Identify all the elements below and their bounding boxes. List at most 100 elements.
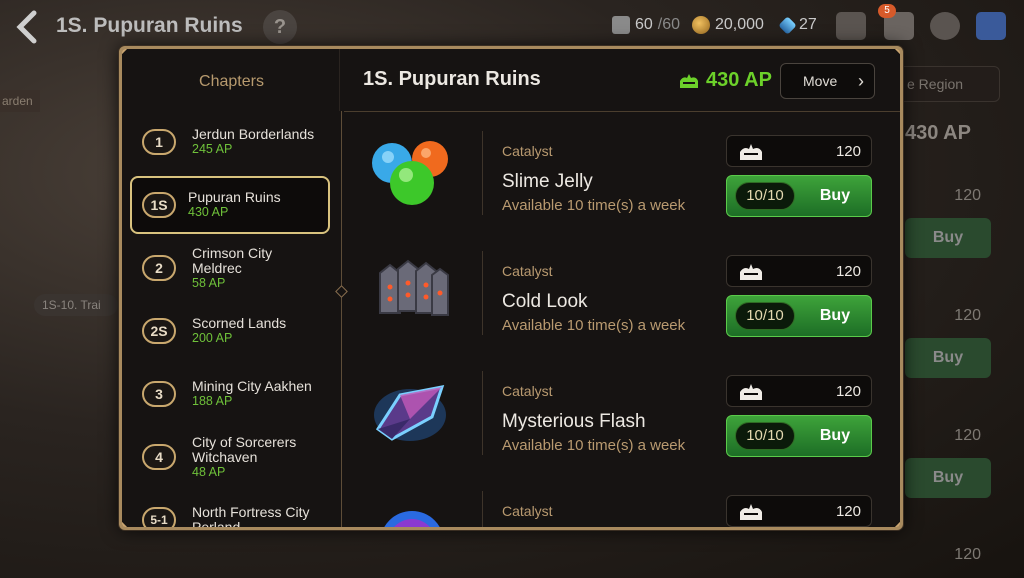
item-price-value: 120 — [835, 503, 861, 520]
shop-modal: Chapters 1 Jerdun Borderlands 245 AP 1S … — [119, 46, 903, 530]
move-label: Move — [803, 73, 838, 89]
chat-icon[interactable] — [930, 12, 960, 40]
bg-buy-button: Buy — [905, 338, 991, 378]
friends-icon[interactable] — [836, 12, 866, 40]
chapter-item[interactable]: 3 Mining City Aakhen 188 AP — [130, 365, 330, 423]
divider — [482, 491, 483, 527]
shop-item-list[interactable]: Catalyst Slime Jelly Available 10 time(s… — [344, 113, 900, 527]
gem-value: 27 — [799, 16, 817, 33]
shop-item: Catalyst Mysterious Flash Available 10 t… — [344, 353, 900, 473]
bg-price: 120 — [954, 427, 981, 444]
ap-icon — [678, 72, 700, 90]
top-title: 1S. Pupuran Ruins — [56, 14, 243, 37]
stamina-max: /60 — [657, 16, 681, 33]
top-bar: 1S. Pupuran Ruins ? 60/60 20,000 27 5 — [0, 0, 1024, 52]
item-price-value: 120 — [835, 383, 861, 400]
item-price-value: 120 — [835, 263, 861, 280]
divider — [482, 131, 483, 215]
bg-price: 120 — [954, 546, 981, 563]
chapter-badge: 1 — [142, 129, 176, 155]
ap-cost-icon — [737, 502, 765, 522]
divider — [341, 111, 342, 527]
bg-price: 120 — [954, 307, 981, 324]
chapter-list[interactable]: 1 Jerdun Borderlands 245 AP 1S Pupuran R… — [130, 113, 336, 530]
item-name: Mysterious Flash — [502, 411, 646, 432]
divider — [482, 251, 483, 335]
item-availability: Available 10 time(s) a week — [502, 317, 686, 334]
bg-region-button: e Region — [896, 66, 1000, 102]
stamina-icon — [612, 16, 630, 34]
gold-value: 20,000 — [715, 16, 764, 33]
bg-buy-button: Buy — [905, 218, 991, 258]
cold-look-icon — [370, 253, 456, 333]
divider — [482, 371, 483, 455]
chapter-item[interactable]: 4 City of Sorcerers Witchaven 48 AP — [130, 428, 330, 486]
item-category: Catalyst — [502, 263, 553, 279]
chapter-badge: 5-1 — [142, 507, 176, 527]
chapter-name: Scorned Lands — [192, 315, 287, 331]
purchase-count: 10/10 — [735, 422, 795, 450]
corner-ornament — [122, 520, 129, 527]
ap-cost-icon — [737, 142, 765, 162]
buy-button[interactable]: 10/10 Buy — [726, 295, 872, 337]
chapter-ap: 245 AP — [192, 142, 233, 156]
chapter-ap: 188 AP — [192, 394, 233, 408]
chapter-ap: 58 AP — [192, 275, 226, 290]
item-availability: Available 10 time(s) a week — [502, 437, 686, 454]
buy-label: Buy — [819, 307, 851, 324]
mysterious-flash-icon — [370, 373, 456, 453]
item-name: Slime Jelly — [502, 171, 593, 192]
chapter-item[interactable]: 1 Jerdun Borderlands 245 AP — [130, 113, 330, 171]
chapter-ap: 430 AP — [188, 205, 229, 219]
item-price: 120 — [726, 135, 872, 167]
shop-item: Catalyst Cold Look Available 10 time(s) … — [344, 233, 900, 353]
help-button[interactable]: ? — [263, 10, 297, 44]
shop-title: 1S. Pupuran Ruins — [363, 68, 541, 90]
bg-ap-total: 430 AP — [905, 122, 971, 144]
buy-button[interactable]: 10/10 Buy — [726, 175, 872, 217]
chapter-item[interactable]: 2S Scorned Lands 200 AP — [130, 302, 330, 360]
stamina-counter: 60/60 — [612, 16, 680, 34]
gold-counter: 20,000 — [692, 16, 764, 34]
stamina-value: 60 — [635, 16, 653, 33]
buy-button[interactable]: 10/10 Buy — [726, 415, 872, 457]
chapter-item[interactable]: 5-1 North Fortress City Perland — [130, 491, 330, 530]
chapter-name: North Fortress City Perland — [192, 504, 310, 530]
menu-grid-icon[interactable] — [976, 12, 1006, 40]
item-name: Cold Look — [502, 291, 588, 312]
ap-total-value: 430 AP — [706, 69, 772, 91]
purple-orb-icon — [370, 493, 456, 527]
item-availability: Available 10 time(s) a week — [502, 197, 686, 214]
shop-item: Catalyst Slime Jelly Available 10 time(s… — [344, 113, 900, 233]
chapters-header: Chapters — [199, 73, 264, 90]
gem-counter: 27 — [778, 15, 817, 35]
chevron-right-icon: › — [858, 71, 864, 91]
chapter-name: Jerdun Borderlands — [192, 126, 315, 142]
move-button[interactable]: Move › — [780, 63, 875, 99]
divider — [344, 111, 900, 112]
chapter-badge: 3 — [142, 381, 176, 407]
ap-cost-icon — [737, 262, 765, 282]
ap-cost-icon — [737, 382, 765, 402]
divider — [339, 49, 340, 111]
purchase-count: 10/10 — [735, 302, 795, 330]
chapter-badge: 1S — [142, 192, 176, 218]
chapter-badge: 2 — [142, 255, 176, 281]
bg-location-tag: arden — [0, 90, 40, 112]
bg-buy-button: Buy — [905, 458, 991, 498]
item-category: Catalyst — [502, 503, 553, 519]
back-arrow-icon[interactable] — [14, 10, 44, 44]
chapter-item[interactable]: 2 Crimson City Meldrec 58 AP — [130, 239, 330, 297]
mail-badge: 5 — [878, 4, 896, 18]
chapter-name: Pupuran Ruins — [188, 189, 281, 205]
item-category: Catalyst — [502, 383, 553, 399]
chapter-item-selected[interactable]: 1S Pupuran Ruins 430 AP — [130, 176, 330, 234]
purchase-count: 10/10 — [735, 182, 795, 210]
item-category: Catalyst — [502, 143, 553, 159]
item-price: 120 — [726, 255, 872, 287]
chapter-ap: 200 AP — [192, 331, 233, 345]
shop-item: Catalyst 120 — [344, 473, 900, 527]
item-price: 120 — [726, 495, 872, 527]
game-screen: 1S. Pupuran Ruins ? 60/60 20,000 27 5 ar… — [0, 0, 1024, 578]
slime-jelly-icon — [370, 133, 456, 213]
